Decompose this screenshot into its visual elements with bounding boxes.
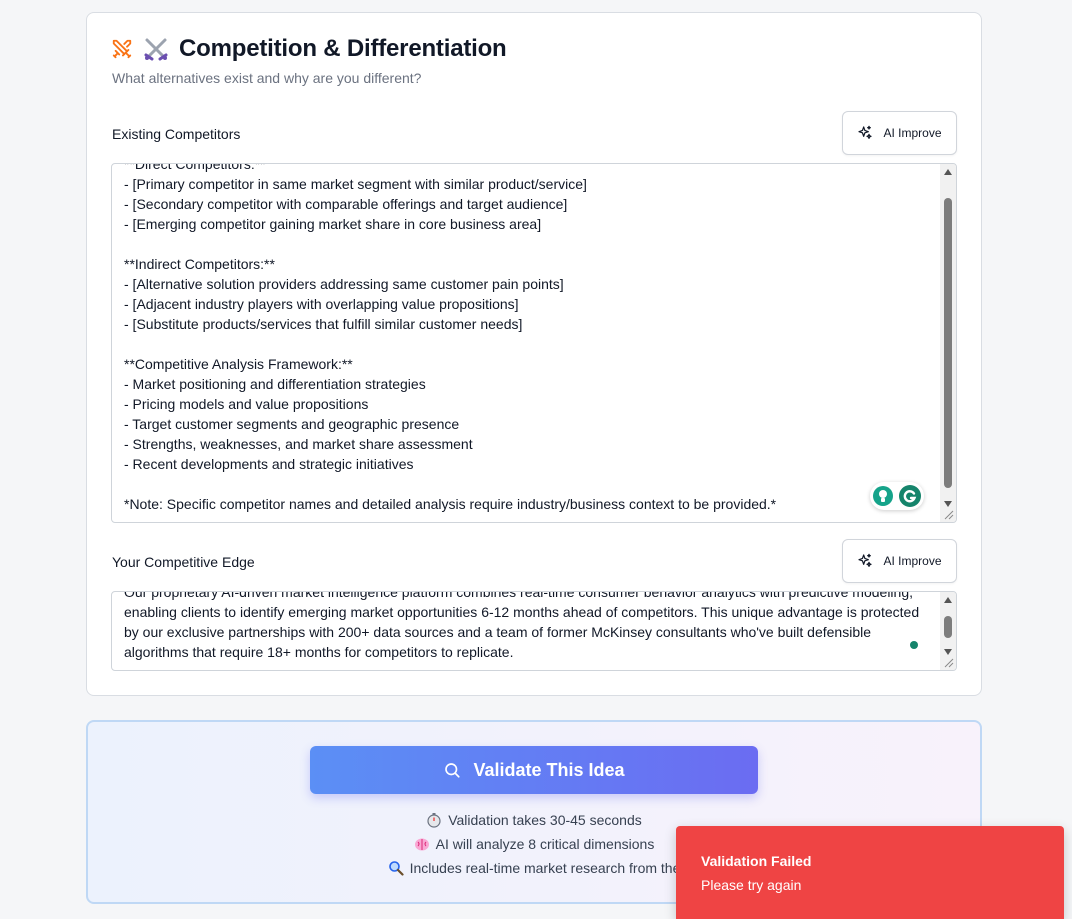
grammarly-dot[interactable] [910,641,918,649]
competition-card: Competition & Differentiation What alter… [86,12,982,696]
competitors-text: **Direct Competitors:** - [Primary compe… [124,163,777,512]
scrollbar-thumb[interactable] [944,616,952,638]
resize-grip-icon[interactable] [944,510,954,520]
info-text: AI will analyze 8 critical dimensions [435,836,655,852]
error-toast[interactable]: Validation Failed Please try again [676,826,1064,919]
toast-title: Validation Failed [701,853,812,869]
competitors-label: Existing Competitors [112,126,241,142]
edge-text: Our proprietary AI-driven market intelli… [124,591,923,660]
ai-improve-label: AI Improve [883,126,942,140]
section-header: Competition & Differentiation [111,35,507,63]
edge-label: Your Competitive Edge [112,554,255,570]
competitors-textarea[interactable]: **Direct Competitors:** - [Primary compe… [111,163,957,523]
ai-improve-edge-button[interactable]: AI Improve [842,539,957,583]
sparkle-icon [858,125,873,139]
magnifier-icon [388,861,404,876]
info-text: Includes real-time market research from … [409,860,681,876]
grammarly-badge[interactable] [870,482,924,510]
validate-idea-button[interactable]: Validate This Idea [310,746,758,794]
scroll-down-arrow-icon[interactable] [944,501,952,507]
scroll-down-arrow-icon[interactable] [944,649,952,655]
toast-message: Please try again [701,877,802,893]
lightbulb-icon [873,486,893,506]
ai-improve-label: AI Improve [883,554,942,568]
validate-button-label: Validate This Idea [473,759,625,780]
competitors-scrollbar[interactable] [940,164,956,522]
resize-grip-icon[interactable] [944,658,954,668]
edge-textarea[interactable]: Our proprietary AI-driven market intelli… [111,591,957,671]
sword-icon [112,39,132,59]
info-text: Validation takes 30-45 seconds [448,812,642,828]
page-title: Competition & Differentiation [179,35,507,62]
scrollbar-thumb[interactable] [944,198,952,488]
stopwatch-icon [427,813,441,828]
grammarly-icon [899,485,921,507]
scroll-up-arrow-icon[interactable] [944,169,952,175]
brain-icon [414,838,429,851]
scroll-up-arrow-icon[interactable] [944,597,952,603]
search-icon [445,763,461,778]
sparkle-icon [858,553,873,567]
ai-improve-competitors-button[interactable]: AI Improve [842,111,957,155]
page-subtitle: What alternatives exist and why are you … [112,70,422,86]
crossed-swords-icon [144,38,168,61]
